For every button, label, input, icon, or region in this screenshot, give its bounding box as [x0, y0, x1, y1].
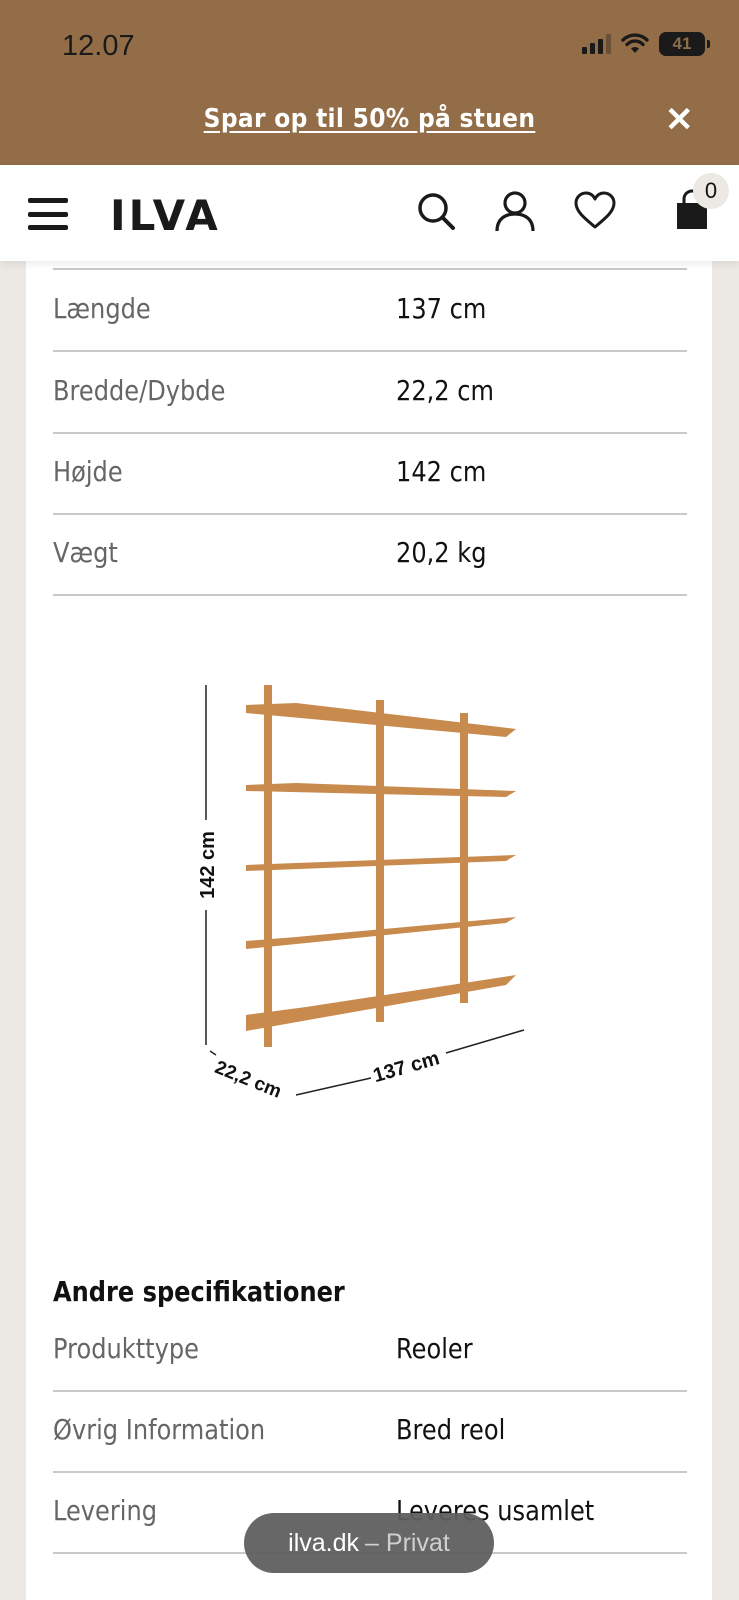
depth-dimension-label: 22,2 cm: [212, 1057, 285, 1103]
spec-label: Bredde/Dybde: [53, 374, 226, 407]
spec-label: Levering: [53, 1494, 158, 1527]
spec-label: Vægt: [53, 536, 118, 569]
spec-value: 142 cm: [396, 455, 487, 488]
search-icon[interactable]: [414, 189, 458, 233]
cart-count-badge: 0: [693, 173, 729, 209]
menu-icon[interactable]: [28, 198, 68, 230]
site-header: ILVA 0: [0, 165, 739, 261]
spec-row: Øvrig Information Bred reol: [53, 1391, 687, 1473]
spec-label: Højde: [53, 455, 123, 488]
spec-row: Højde 142 cm: [53, 433, 687, 515]
product-specs-card: Længde 137 cm Bredde/Dybde 22,2 cm Højde…: [26, 255, 712, 1600]
spec-label: Øvrig Information: [53, 1413, 266, 1446]
height-dimension-label: 142 cm: [197, 831, 219, 899]
promo-banner: 12.07 41 Spar op til 50% på stuen ✕: [0, 0, 739, 165]
spec-value: 137 cm: [396, 292, 487, 325]
cellular-signal-icon: [582, 34, 611, 54]
promo-link[interactable]: Spar op til 50% på stuen: [0, 104, 739, 134]
spec-value: Reoler: [396, 1332, 473, 1365]
spec-row: Bredde/Dybde 22,2 cm: [53, 352, 687, 434]
length-dimension-label: 137 cm: [371, 1047, 442, 1087]
heart-icon[interactable]: [573, 189, 617, 233]
spec-row: Længde 137 cm: [53, 270, 687, 352]
battery-icon: 41: [659, 32, 710, 56]
spec-value: 22,2 cm: [396, 374, 494, 407]
spec-value: Bred reol: [396, 1413, 506, 1446]
spec-row: Vægt 20,2 kg: [53, 514, 687, 596]
spec-label: Længde: [53, 292, 151, 325]
spec-label: Produkttype: [53, 1332, 199, 1365]
account-icon[interactable]: [493, 189, 537, 233]
status-icons: 41: [582, 32, 710, 56]
logo[interactable]: ILVA: [110, 191, 221, 240]
spec-row: Produkttype Reoler: [53, 1310, 687, 1392]
browser-domain: ilva.dk: [288, 1528, 360, 1557]
browser-address-pill[interactable]: ilva.dk – Privat: [244, 1513, 494, 1573]
spec-value: 20,2 kg: [396, 536, 487, 569]
product-dimension-image: 142 cm 22,2 cm 137 cm: [197, 685, 525, 1103]
status-time: 12.07: [62, 30, 135, 62]
browser-mode: – Privat: [365, 1528, 450, 1557]
section-title: Andre specifikationer: [53, 1275, 345, 1308]
close-icon[interactable]: ✕: [665, 103, 694, 137]
wifi-icon: [621, 33, 649, 53]
